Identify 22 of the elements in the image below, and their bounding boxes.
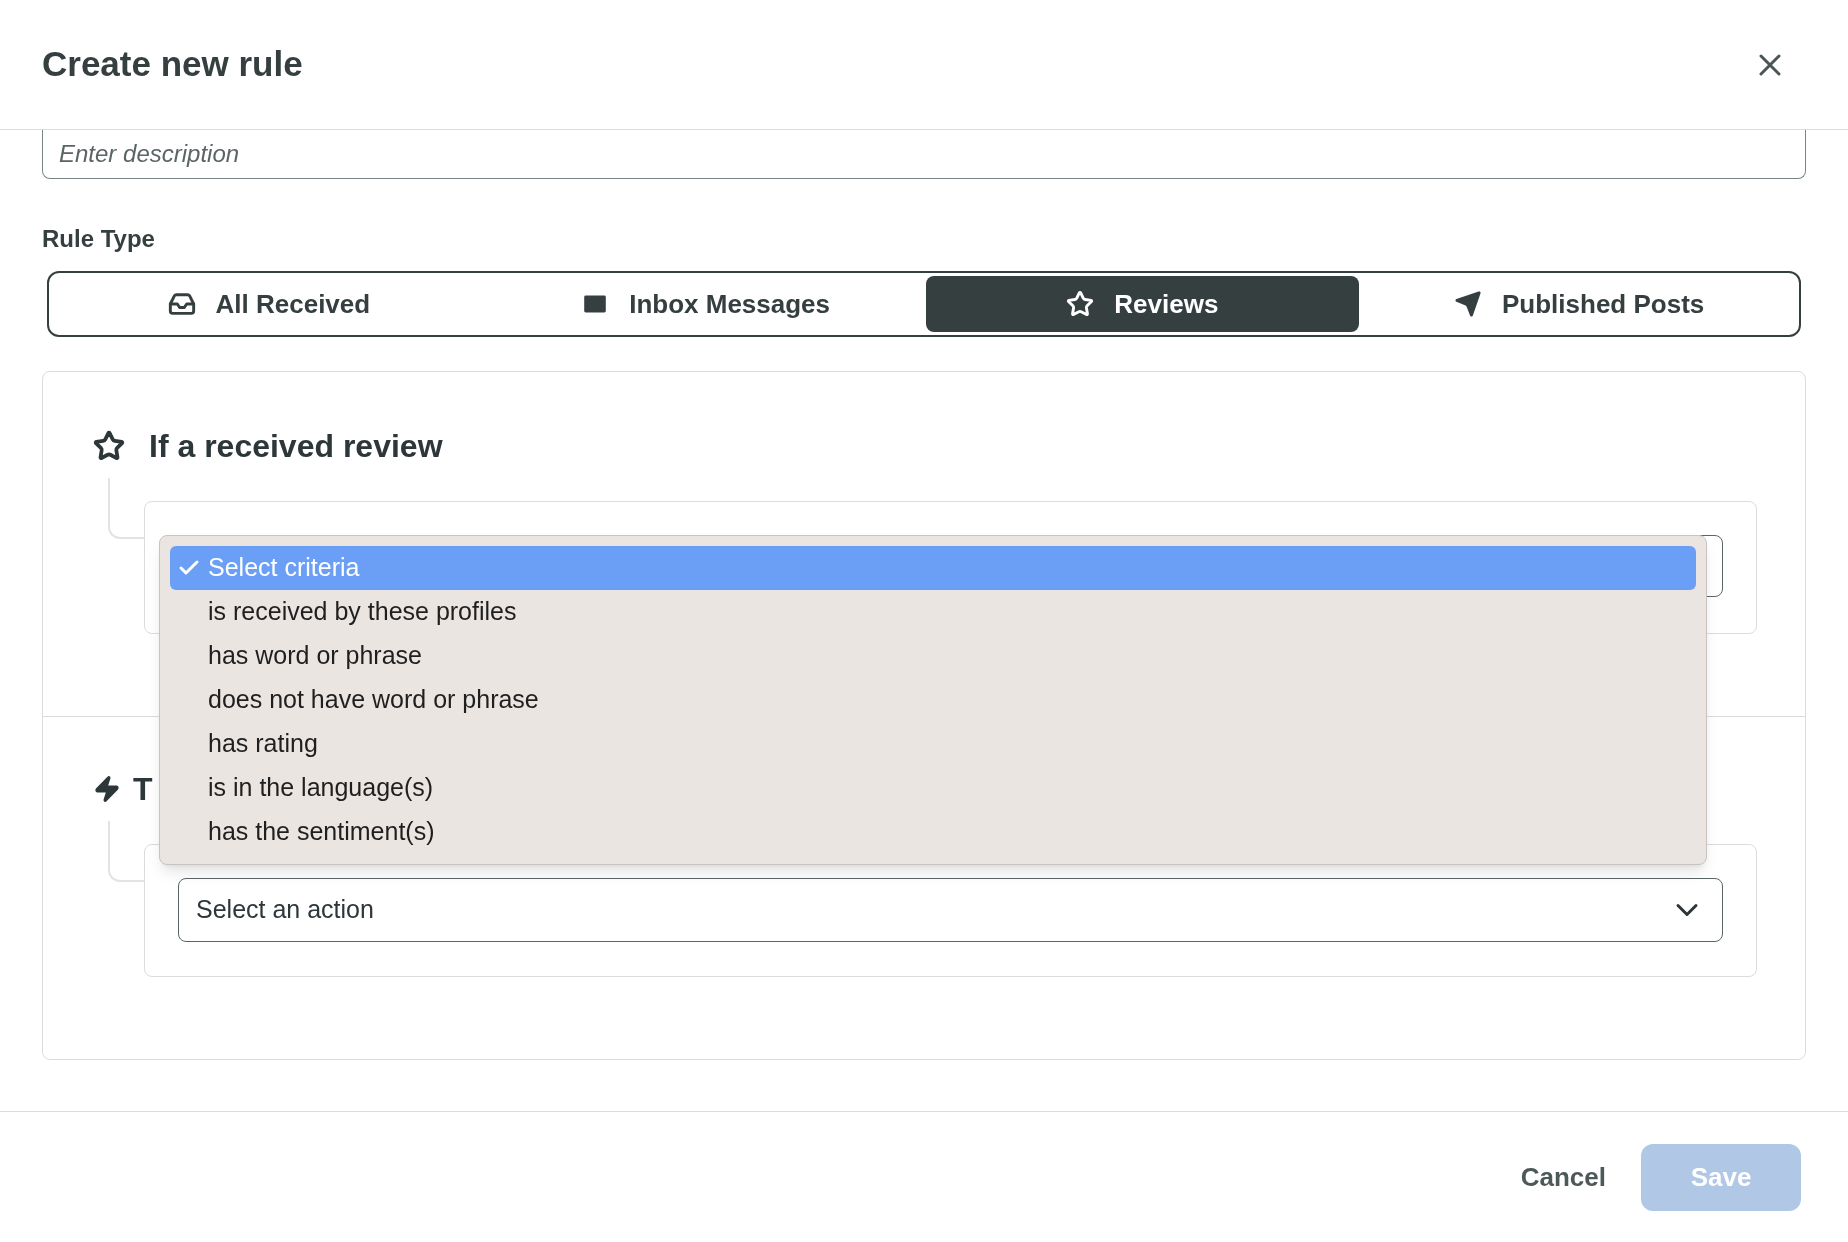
criteria-option[interactable]: has the sentiment(s)	[170, 810, 1696, 854]
rule-type-tab[interactable]: All Received	[52, 276, 486, 332]
criteria-option[interactable]: is received by these profiles	[170, 590, 1696, 634]
action-title: T	[133, 770, 153, 809]
cancel-button[interactable]: Cancel	[1520, 1157, 1606, 1197]
criteria-option[interactable]: is in the language(s)	[170, 766, 1696, 810]
paper-plane-icon	[1454, 290, 1482, 318]
action-select[interactable]: Select an action	[178, 878, 1723, 942]
dialog-title: Create new rule	[42, 43, 303, 86]
criteria-option[interactable]: has word or phrase	[170, 634, 1696, 678]
rule-type-tab[interactable]: Published Posts	[1362, 276, 1796, 332]
lightning-bolt-icon	[93, 773, 121, 805]
star-icon	[1066, 290, 1095, 318]
rule-type-tab[interactable]: Reviews	[925, 276, 1360, 332]
star-icon	[93, 430, 125, 462]
criteria-option[interactable]: does not have word or phrase	[170, 678, 1696, 722]
condition-title: If a received review	[149, 427, 443, 466]
inbox-tray-icon	[167, 290, 196, 318]
rule-type-tab[interactable]: Inbox Messages	[488, 276, 923, 332]
description-field[interactable]: Enter description	[42, 130, 1806, 179]
rule-type-label: Rule Type	[42, 224, 156, 254]
criteria-option[interactable]: has rating	[170, 722, 1696, 766]
